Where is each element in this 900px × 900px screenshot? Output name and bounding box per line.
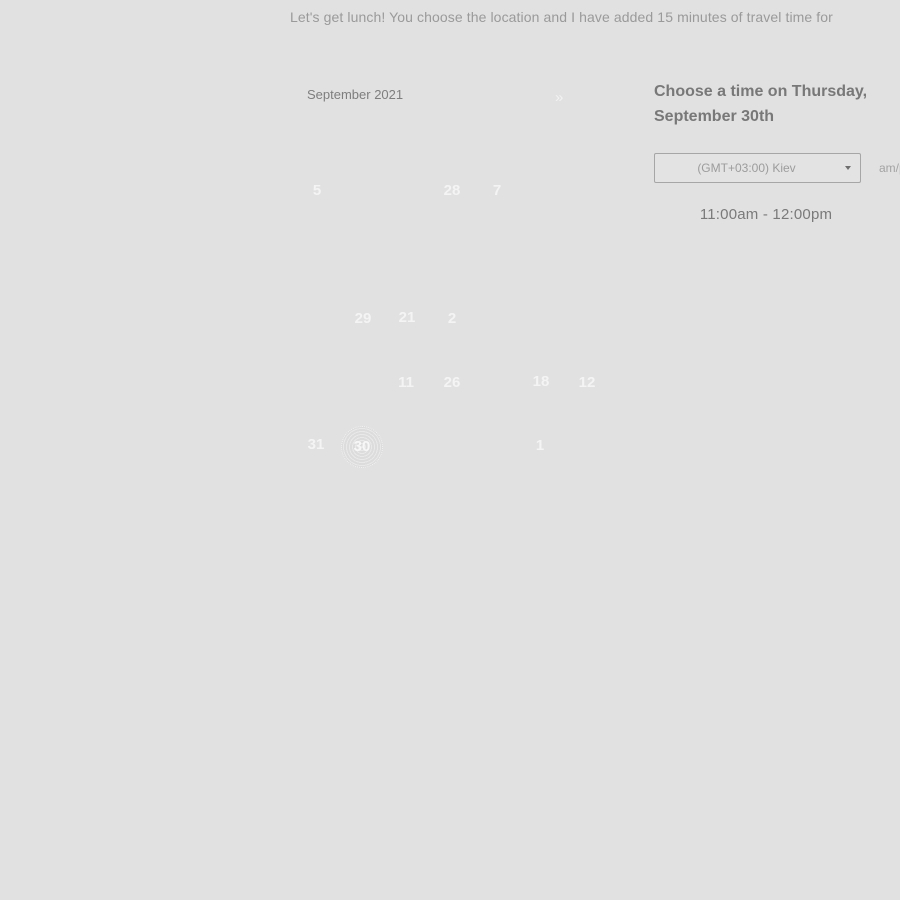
calendar-day[interactable]: 18: [527, 371, 555, 393]
calendar-month-label: September 2021: [307, 87, 404, 102]
calendar-day[interactable]: 11: [392, 372, 420, 394]
calendar-day[interactable]: 29: [349, 308, 377, 330]
timezone-select[interactable]: (GMT+03:00) Kiev: [654, 153, 861, 183]
chevron-down-icon: [845, 166, 851, 170]
timezone-value: (GMT+03:00) Kiev: [697, 161, 796, 175]
selected-calendar-day[interactable]: 30: [341, 426, 383, 468]
calendar-day[interactable]: 1: [526, 435, 554, 457]
next-month-icon[interactable]: »: [555, 89, 563, 106]
time-format-toggle[interactable]: am/pm: [879, 161, 900, 175]
calendar-day[interactable]: 7: [483, 180, 511, 202]
time-picker-heading: Choose a time on Thursday, September 30t…: [654, 83, 868, 125]
time-slot[interactable]: 11:00am - 12:00pm: [654, 206, 878, 223]
calendar-day[interactable]: 28: [438, 180, 466, 202]
calendar-day[interactable]: 31: [302, 434, 330, 456]
calendar-day[interactable]: 12: [573, 372, 601, 394]
calendar-day[interactable]: 5: [303, 180, 331, 202]
event-description: Let's get lunch! You choose the location…: [290, 9, 833, 25]
calendar-day[interactable]: 26: [438, 372, 466, 394]
calendar-day[interactable]: 2: [438, 308, 466, 330]
booking-page: Let's get lunch! You choose the location…: [0, 0, 900, 900]
calendar-day[interactable]: 21: [393, 307, 421, 329]
